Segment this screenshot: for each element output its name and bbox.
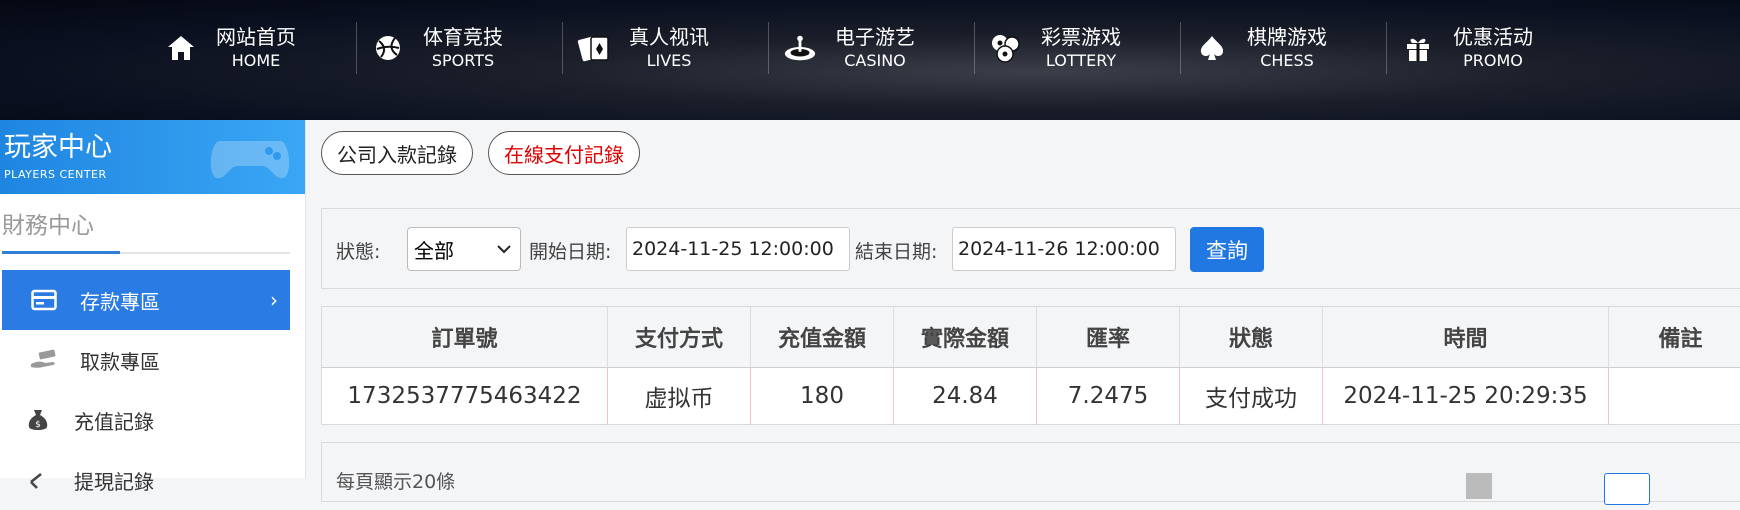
status-select[interactable]: 全部 — [407, 227, 521, 271]
top-navigation: 网站首页 HOME 体育竞技 SPORTS 真人视讯 LIVES 电子游艺 CASINO… — [0, 0, 1740, 120]
nav-label-en: CHESS — [1260, 51, 1314, 70]
hand-money-icon — [26, 349, 62, 371]
col-remark: 備註 — [1658, 327, 1703, 352]
cell-status: 支付成功 — [1180, 367, 1323, 425]
home-icon — [164, 31, 198, 65]
nav-label-zh: 电子游艺 — [835, 25, 915, 49]
nav-label-zh: 真人视讯 — [629, 25, 709, 49]
cell-exchange-rate: 7.2475 — [1037, 367, 1180, 425]
sidebar-item-label: 充值記錄 — [74, 409, 154, 434]
gamepad-icon — [205, 126, 295, 190]
nav-item-chess[interactable]: 棋牌游戏 CHESS — [1180, 22, 1386, 74]
sidebar-item-recharge-records[interactable]: $ 充值記錄 — [2, 390, 290, 450]
nav-label-en: PROMO — [1463, 51, 1523, 70]
col-actual-amount: 實際金額 — [894, 307, 1037, 367]
cell-actual-amount: 24.84 — [894, 367, 1037, 425]
cell-remark — [1609, 367, 1740, 425]
chevron-right-icon: › — [270, 288, 278, 312]
lottery-balls-icon — [989, 31, 1023, 65]
sidebar: 玩家中心 PLAYERS CENTER 財務中心 存款專區 › 取款專區 $ 充… — [0, 120, 306, 494]
nav-label-zh: 彩票游戏 — [1041, 25, 1121, 49]
col-order-number: 訂單號 — [322, 307, 608, 367]
svg-text:$: $ — [35, 420, 41, 430]
roulette-icon — [783, 31, 817, 65]
banner-title: 玩家中心 — [4, 132, 112, 163]
ball-icon — [371, 31, 405, 65]
table-header: 訂單號 支付方式 充值金額 實際金額 匯率 狀態 時間 備註 — [322, 307, 1740, 368]
filter-bar: 狀態: 全部 開始日期: 2024-11-25 12:00:00 結束日期: 2… — [321, 208, 1740, 289]
col-payment-method: 支付方式 — [608, 307, 751, 367]
col-time: 時間 — [1323, 307, 1609, 367]
withdraw-icon — [20, 468, 56, 492]
col-recharge-amount: 充值金額 — [751, 307, 894, 367]
page-button[interactable] — [1466, 473, 1492, 499]
section-divider — [2, 251, 290, 254]
nav-item-lives[interactable]: 真人视讯 LIVES — [562, 22, 768, 74]
end-date-input[interactable]: 2024-11-26 12:00:00 — [952, 227, 1176, 271]
cell-payment-method: 虚拟币 — [608, 367, 751, 425]
nav-label-zh: 网站首页 — [216, 25, 296, 49]
finance-center-title: 財務中心 — [2, 213, 94, 239]
pagination-bar: 每頁顯示20條 — [321, 442, 1740, 505]
nav-item-promo[interactable]: 优惠活动 PROMO — [1386, 22, 1592, 74]
card-icon — [26, 289, 62, 311]
sidebar-item-withdraw-records[interactable]: 提現記錄 — [2, 450, 290, 510]
per-page-text: 每頁顯示20條 — [336, 471, 456, 493]
query-button[interactable]: 查詢 — [1190, 227, 1264, 272]
nav-item-home[interactable]: 网站首页 HOME — [150, 22, 356, 74]
col-exchange-rate: 匯率 — [1037, 307, 1180, 367]
col-status: 狀態 — [1180, 307, 1323, 367]
cell-order-number: 1732537775463422 — [322, 367, 608, 425]
nav-label-en: CASINO — [844, 51, 906, 70]
nav-item-sports[interactable]: 体育竞技 SPORTS — [356, 22, 562, 74]
recharge-records-table: 訂單號 支付方式 充值金額 實際金額 匯率 狀態 時間 備註 173253777… — [321, 306, 1740, 425]
tab-company-deposit-records[interactable]: 公司入款記錄 — [321, 131, 473, 175]
cell-time: 2024-11-25 20:29:35 — [1323, 367, 1609, 425]
players-center-banner: 玩家中心 PLAYERS CENTER — [0, 120, 305, 194]
status-label: 狀態: — [336, 241, 381, 263]
records-tabs: 公司入款記錄 在線支付記錄 — [306, 120, 1740, 194]
nav-item-lottery[interactable]: 彩票游戏 LOTTERY — [974, 22, 1180, 74]
money-bag-icon: $ — [20, 408, 56, 432]
table-row: 1732537775463422 虚拟币 180 24.84 7.2475 支付… — [322, 367, 1740, 425]
start-date-label: 開始日期: — [529, 241, 612, 263]
sidebar-item-label: 存款專區 — [80, 289, 160, 314]
banner-subtitle: PLAYERS CENTER — [4, 168, 107, 181]
cell-recharge-amount: 180 — [751, 367, 894, 425]
start-date-input[interactable]: 2024-11-25 12:00:00 — [626, 227, 850, 271]
gift-icon — [1401, 31, 1435, 65]
nav-label-en: LOTTERY — [1045, 51, 1117, 70]
sidebar-item-deposit[interactable]: 存款專區 › — [2, 270, 290, 330]
sidebar-item-label: 提現記錄 — [74, 469, 154, 494]
sidebar-item-withdraw[interactable]: 取款專區 — [2, 330, 290, 390]
nav-label-zh: 棋牌游戏 — [1247, 25, 1327, 49]
status-select-value: 全部 — [414, 238, 454, 263]
nav-label-en: HOME — [231, 51, 281, 70]
tab-online-payment-records[interactable]: 在線支付記錄 — [488, 131, 640, 175]
chevron-down-icon — [496, 238, 512, 265]
nav-label-en: LIVES — [646, 51, 692, 70]
nav-label-zh: 优惠活动 — [1453, 25, 1533, 49]
cards-icon — [577, 31, 611, 65]
nav-item-casino[interactable]: 电子游艺 CASINO — [768, 22, 974, 74]
sidebar-item-label: 取款專區 — [80, 349, 160, 374]
nav-label-en: SPORTS — [431, 51, 495, 70]
nav-items: 网站首页 HOME 体育竞技 SPORTS 真人视讯 LIVES 电子游艺 CASINO… — [150, 22, 1592, 74]
spade-icon — [1195, 31, 1229, 65]
end-date-label: 結束日期: — [855, 241, 938, 263]
nav-label-zh: 体育竞技 — [423, 25, 503, 49]
